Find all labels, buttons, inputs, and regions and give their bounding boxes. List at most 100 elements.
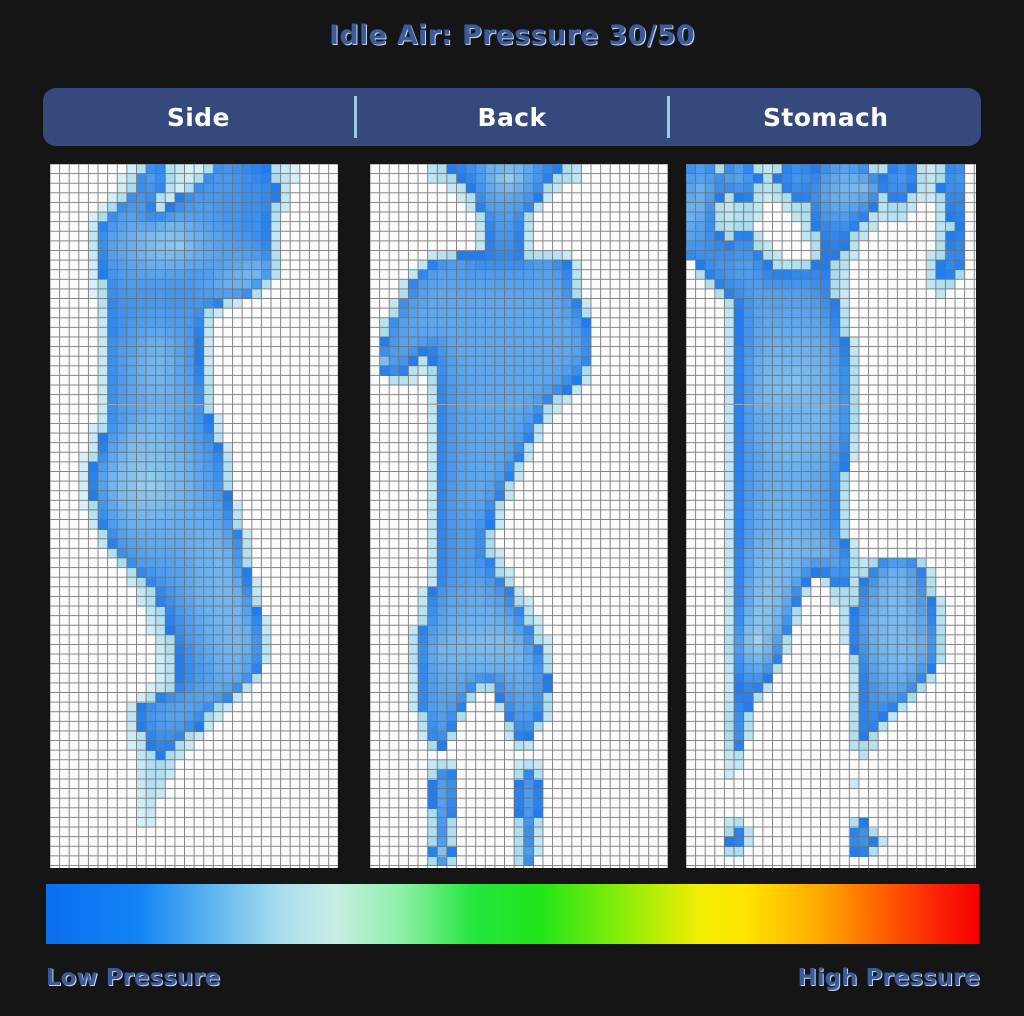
heatmap-cell bbox=[495, 221, 505, 232]
heatmap-cell bbox=[155, 173, 166, 184]
heatmap-cell bbox=[88, 250, 99, 261]
heatmap-cell bbox=[504, 394, 515, 405]
heatmap-cell bbox=[427, 635, 438, 645]
heatmap-cell bbox=[466, 645, 476, 655]
heatmap-cell bbox=[543, 702, 553, 713]
heatmap-cell bbox=[446, 625, 457, 636]
heatmap-cell bbox=[753, 394, 763, 405]
heatmap-cell bbox=[533, 423, 544, 434]
heatmap-cell bbox=[418, 337, 428, 347]
heatmap-cell bbox=[242, 250, 252, 261]
pressure-map-stomach[interactable] bbox=[686, 164, 976, 868]
heatmap-cell bbox=[165, 375, 176, 386]
heatmap-cell bbox=[485, 529, 496, 540]
heatmap-cell bbox=[820, 221, 831, 232]
heatmap-cell bbox=[820, 260, 831, 270]
heatmap-cell bbox=[724, 240, 735, 251]
heatmap-cell bbox=[456, 577, 467, 588]
heatmap-cell bbox=[107, 240, 118, 251]
heatmap-cell bbox=[107, 452, 118, 463]
heatmap-cell bbox=[830, 433, 840, 443]
heatmap-cell bbox=[839, 481, 850, 492]
heatmap-cell bbox=[514, 212, 524, 222]
heatmap-cell bbox=[126, 404, 137, 415]
heatmap-cell bbox=[724, 577, 735, 588]
heatmap-cell bbox=[203, 183, 214, 193]
tab-back[interactable]: Back bbox=[357, 88, 668, 146]
heatmap-cell bbox=[165, 673, 176, 684]
heatmap-cell bbox=[543, 327, 553, 338]
heatmap-cell bbox=[782, 423, 792, 434]
heatmap-cell bbox=[427, 385, 438, 395]
heatmap-cell bbox=[753, 385, 763, 395]
heatmap-cell bbox=[203, 462, 214, 472]
heatmap-cell bbox=[743, 587, 754, 597]
heatmap-cell bbox=[136, 770, 147, 780]
heatmap-cell bbox=[261, 616, 272, 626]
heatmap-cell bbox=[514, 789, 524, 799]
heatmap-cell bbox=[743, 616, 754, 626]
heatmap-cell bbox=[572, 375, 582, 386]
heatmap-cell bbox=[743, 596, 754, 607]
heatmap-cell bbox=[495, 519, 505, 530]
heatmap-cell bbox=[552, 164, 563, 174]
heatmap-cell bbox=[724, 433, 735, 443]
heatmap-cell bbox=[184, 366, 195, 376]
heatmap-cell bbox=[184, 221, 195, 232]
tab-stomach[interactable]: Stomach bbox=[670, 88, 981, 146]
heatmap-cell bbox=[830, 327, 840, 338]
heatmap-cell bbox=[562, 317, 572, 328]
heatmap-cell bbox=[859, 741, 869, 751]
heatmap-cell bbox=[734, 385, 744, 395]
heatmap-cell bbox=[126, 192, 137, 203]
heatmap-cell bbox=[888, 693, 898, 703]
heatmap-cell bbox=[475, 317, 486, 328]
heatmap-cell bbox=[724, 202, 735, 213]
tab-side[interactable]: Side bbox=[43, 88, 354, 146]
heatmap-cell bbox=[859, 568, 869, 578]
heatmap-cell bbox=[427, 452, 438, 463]
heatmap-cell bbox=[782, 260, 792, 270]
heatmap-cell bbox=[155, 741, 166, 751]
heatmap-cell bbox=[514, 452, 524, 463]
heatmap-cell bbox=[514, 683, 524, 694]
heatmap-cell bbox=[849, 568, 860, 578]
heatmap-cell bbox=[271, 192, 281, 203]
heatmap-cell bbox=[155, 779, 166, 790]
heatmap-cell bbox=[418, 645, 428, 655]
heatmap-cell bbox=[705, 269, 715, 280]
heatmap-cell bbox=[485, 375, 496, 386]
heatmap-cell bbox=[504, 683, 515, 694]
heatmap-cell bbox=[213, 606, 224, 617]
heatmap-cell bbox=[98, 433, 108, 443]
pressure-map-back[interactable] bbox=[370, 164, 668, 868]
pressure-map-side[interactable] bbox=[50, 164, 338, 868]
heatmap-cell bbox=[203, 491, 214, 501]
heatmap-cell bbox=[242, 260, 252, 270]
heatmap-cell bbox=[533, 269, 544, 280]
heatmap-cell bbox=[782, 462, 792, 472]
heatmap-cell bbox=[223, 491, 233, 501]
heatmap-cell bbox=[514, 808, 524, 819]
heatmap-cell bbox=[543, 375, 553, 386]
heatmap-cell bbox=[117, 471, 127, 482]
heatmap-cell bbox=[830, 212, 840, 222]
heatmap-cell bbox=[203, 702, 214, 713]
heatmap-cell bbox=[581, 327, 592, 338]
heatmap-cell bbox=[203, 212, 214, 222]
heatmap-cell bbox=[175, 712, 185, 722]
heatmap-cell bbox=[791, 375, 802, 386]
heatmap-cell bbox=[791, 577, 802, 588]
heatmap-cell bbox=[88, 279, 99, 290]
heatmap-cell bbox=[146, 404, 156, 415]
heatmap-cell bbox=[830, 173, 840, 184]
heatmap-cell bbox=[107, 548, 118, 559]
heatmap-cell bbox=[126, 510, 137, 520]
heatmap-cell bbox=[743, 423, 754, 434]
heatmap-cell bbox=[155, 183, 166, 193]
heatmap-cell bbox=[791, 308, 802, 318]
heatmap-cell bbox=[117, 250, 127, 261]
heatmap-cell bbox=[714, 231, 725, 241]
heatmap-cell bbox=[734, 317, 744, 328]
heatmap-cell bbox=[126, 548, 137, 559]
